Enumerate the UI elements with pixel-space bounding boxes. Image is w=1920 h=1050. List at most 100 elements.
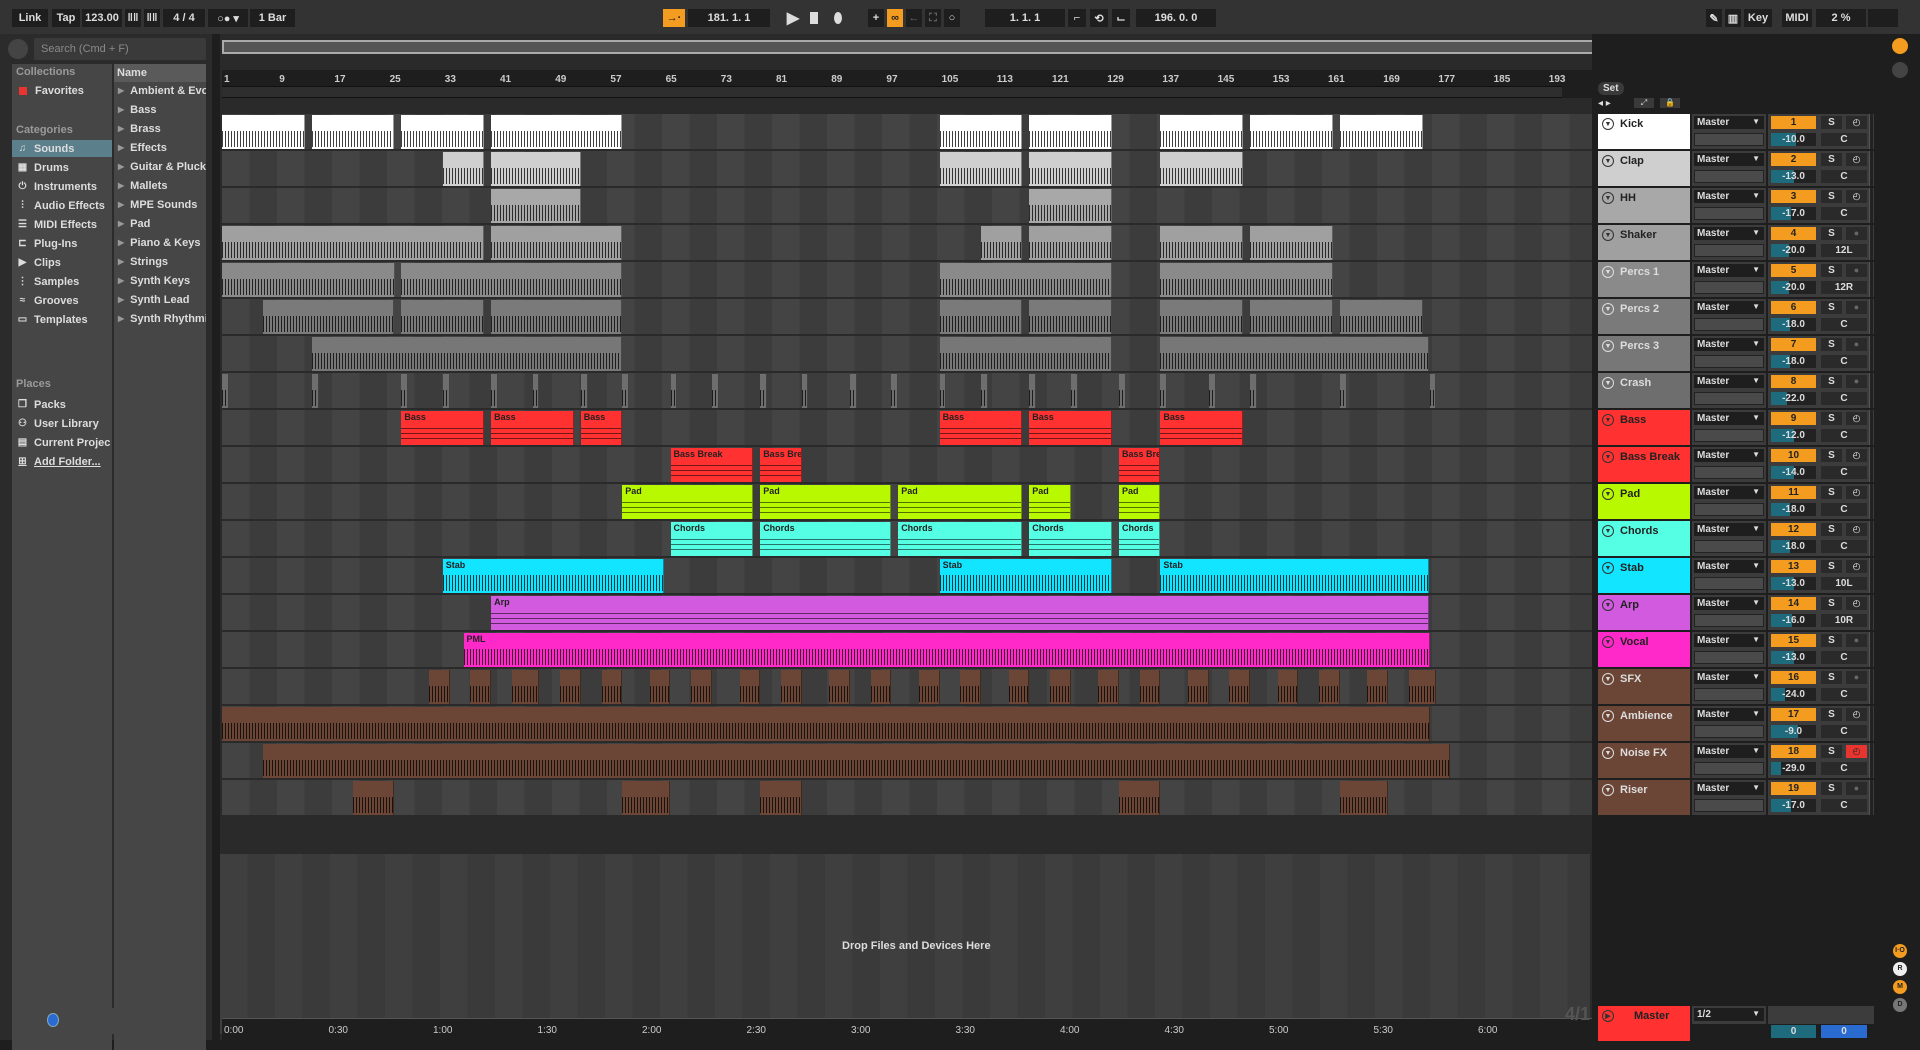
track-bass-break[interactable]: ▼ Bass Break Master ▼ 10 S ◴ -14.0 C xyxy=(1598,447,1874,483)
clip[interactable] xyxy=(1250,300,1333,334)
volume-field[interactable]: -24.0 xyxy=(1771,688,1816,701)
sidebar-item-packs[interactable]: ❐ Packs xyxy=(12,396,112,413)
clip[interactable] xyxy=(401,300,485,334)
output-channel-box[interactable] xyxy=(1694,281,1764,294)
track-ambience[interactable]: ▼ Ambience Master ▼ 17 S ◴ -9.0 C xyxy=(1598,706,1874,742)
clip[interactable] xyxy=(1008,670,1030,704)
clip[interactable] xyxy=(1188,670,1209,704)
track-lane-shaker[interactable] xyxy=(222,225,1592,261)
expand-triangle-icon[interactable]: ▶ xyxy=(118,219,124,228)
solo-button[interactable]: S xyxy=(1821,560,1842,573)
output-select[interactable]: Master ▼ xyxy=(1694,116,1764,129)
arm-button[interactable]: ◴ xyxy=(1846,560,1867,573)
clip[interactable] xyxy=(739,670,761,704)
clip[interactable] xyxy=(353,781,395,815)
output-channel-box[interactable] xyxy=(1694,207,1764,220)
fold-icon[interactable]: ▼ xyxy=(1602,414,1614,426)
fold-icon[interactable]: ▼ xyxy=(1602,266,1614,278)
midi-map-button[interactable]: MIDI xyxy=(1782,9,1812,27)
clip[interactable] xyxy=(1070,374,1078,408)
sidebar-item-plug-ins[interactable]: ⊏ Plug-Ins xyxy=(12,235,112,252)
track-activator[interactable]: 17 xyxy=(1771,708,1816,721)
draw-mode-icon[interactable]: ✎ xyxy=(1706,9,1722,27)
clip[interactable]: Pad xyxy=(1029,485,1071,519)
clip[interactable] xyxy=(491,115,623,149)
clip[interactable]: Bass xyxy=(1160,411,1244,445)
output-select[interactable]: Master ▼ xyxy=(1694,375,1764,388)
clip[interactable] xyxy=(311,115,395,149)
fold-icon[interactable]: ▼ xyxy=(1602,673,1614,685)
clip[interactable] xyxy=(1119,781,1161,815)
clip[interactable]: Chords xyxy=(898,522,1023,556)
clip[interactable] xyxy=(760,781,802,815)
clip[interactable] xyxy=(870,670,892,704)
volume-field[interactable]: -13.0 xyxy=(1771,170,1816,183)
volume-field[interactable]: -12.0 xyxy=(1771,429,1816,442)
session-record-button[interactable]: ○ xyxy=(944,9,960,27)
clip[interactable] xyxy=(1029,226,1113,260)
track-percs-3[interactable]: ▼ Percs 3 Master ▼ 7 S ● -18.0 C xyxy=(1598,336,1874,372)
clip[interactable] xyxy=(1429,374,1437,408)
clip[interactable] xyxy=(401,115,485,149)
track-lane-clap[interactable] xyxy=(222,151,1592,187)
clip[interactable] xyxy=(263,300,395,334)
arm-button[interactable]: ◴ xyxy=(1846,745,1867,758)
expand-triangle-icon[interactable]: ▶ xyxy=(118,105,124,114)
clip[interactable] xyxy=(222,263,395,297)
track-header[interactable]: ▼ Bass Break xyxy=(1598,447,1690,482)
clip[interactable] xyxy=(780,670,802,704)
track-arp[interactable]: ▼ Arp Master ▼ 14 S ◴ -16.0 10R xyxy=(1598,595,1874,631)
clip[interactable]: Arp xyxy=(491,596,1430,630)
output-select[interactable]: Master ▼ xyxy=(1694,782,1764,795)
track-lane-kick[interactable] xyxy=(222,114,1592,150)
fold-icon[interactable]: ▼ xyxy=(1602,377,1614,389)
track-lane-percs-1[interactable] xyxy=(222,262,1592,298)
back-to-arrangement-button[interactable]: ← xyxy=(906,9,922,27)
clip[interactable] xyxy=(939,300,1023,334)
output-select[interactable]: Master ▼ xyxy=(1694,227,1764,240)
solo-button[interactable]: S xyxy=(1821,597,1842,610)
expand-triangle-icon[interactable]: ▶ xyxy=(118,143,124,152)
track-lane-hh[interactable] xyxy=(222,188,1592,224)
clip[interactable] xyxy=(1339,115,1423,149)
clip[interactable] xyxy=(1098,670,1119,704)
arrangement-position-field[interactable]: 181. 1. 1 xyxy=(688,9,770,27)
track-lane-riser[interactable] xyxy=(222,780,1592,816)
pan-field[interactable]: C xyxy=(1821,318,1867,331)
track-vocal[interactable]: ▼ Vocal Master ▼ 15 S ● -13.0 C xyxy=(1598,632,1874,668)
clip[interactable] xyxy=(1139,670,1161,704)
key-map-button[interactable]: Key xyxy=(1744,9,1772,27)
sidebar-item-user-library[interactable]: ⚇ User Library xyxy=(12,415,112,432)
track-header[interactable]: ▼ Ambience xyxy=(1598,706,1690,741)
clip[interactable] xyxy=(670,374,678,408)
solo-button[interactable]: S xyxy=(1821,449,1842,462)
clip[interactable] xyxy=(1339,781,1389,815)
solo-button[interactable]: S xyxy=(1821,486,1842,499)
track-lane-bass[interactable]: Bass Bass Bass Bass Bass Bass xyxy=(222,410,1592,446)
volume-field[interactable]: -18.0 xyxy=(1771,318,1816,331)
output-channel-box[interactable] xyxy=(1694,651,1764,664)
automation-arm-button[interactable]: ∞ xyxy=(887,9,903,27)
output-channel-box[interactable] xyxy=(1694,725,1764,738)
volume-field[interactable]: -20.0 xyxy=(1771,281,1816,294)
sidebar-item-instruments[interactable]: ⏻ Instruments xyxy=(12,178,112,195)
browser-list-item[interactable]: ▶ Guitar & Plucke xyxy=(114,158,206,175)
clip[interactable]: Pad xyxy=(1119,485,1161,519)
solo-button[interactable]: S xyxy=(1821,708,1842,721)
clip[interactable] xyxy=(1050,670,1071,704)
output-channel-box[interactable] xyxy=(1694,392,1764,405)
clip[interactable] xyxy=(580,374,588,408)
pan-field[interactable]: C xyxy=(1821,540,1867,553)
track-header[interactable]: ▼ Chords xyxy=(1598,521,1690,556)
output-channel-box[interactable] xyxy=(1694,799,1764,812)
solo-button[interactable]: S xyxy=(1821,338,1842,351)
fold-icon[interactable]: ▼ xyxy=(1602,636,1614,648)
browser-list-item[interactable]: ▶ MPE Sounds xyxy=(114,196,206,213)
output-channel-box[interactable] xyxy=(1694,170,1764,183)
clip[interactable] xyxy=(1339,374,1347,408)
solo-button[interactable]: S xyxy=(1821,375,1842,388)
volume-field[interactable]: -14.0 xyxy=(1771,466,1816,479)
lock-icon[interactable]: 🔒 xyxy=(1660,98,1680,108)
track-header[interactable]: ▼ Noise FX xyxy=(1598,743,1690,778)
clip[interactable] xyxy=(442,152,485,186)
